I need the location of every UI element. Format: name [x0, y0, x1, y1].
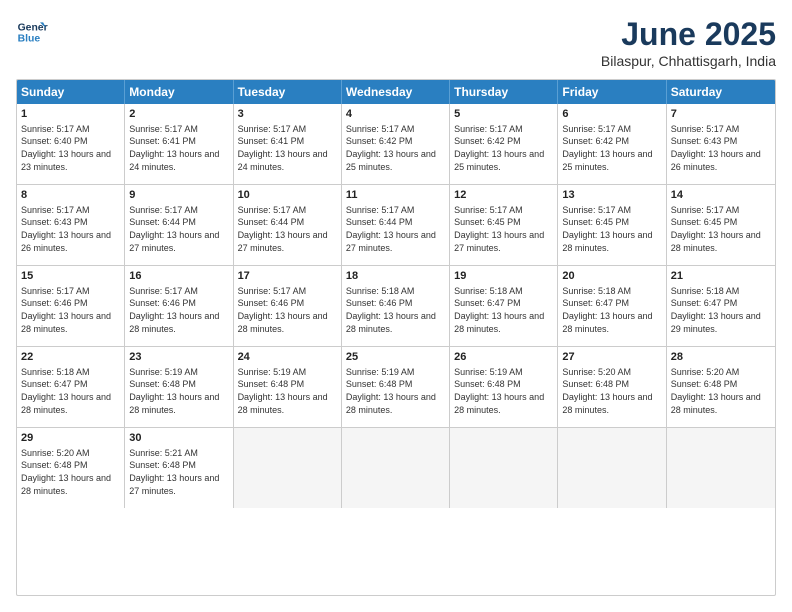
day-cell-6: 6Sunrise: 5:17 AM Sunset: 6:42 PM Daylig… — [558, 104, 666, 184]
day-cell-21: 21Sunrise: 5:18 AM Sunset: 6:47 PM Dayli… — [667, 266, 775, 346]
day-cell-25: 25Sunrise: 5:19 AM Sunset: 6:48 PM Dayli… — [342, 347, 450, 427]
day-cell-10: 10Sunrise: 5:17 AM Sunset: 6:44 PM Dayli… — [234, 185, 342, 265]
day-cell-9: 9Sunrise: 5:17 AM Sunset: 6:44 PM Daylig… — [125, 185, 233, 265]
empty-cell — [667, 428, 775, 508]
day-cell-15: 15Sunrise: 5:17 AM Sunset: 6:46 PM Dayli… — [17, 266, 125, 346]
calendar-row-4: 29Sunrise: 5:20 AM Sunset: 6:48 PM Dayli… — [17, 428, 775, 508]
header-thursday: Thursday — [450, 80, 558, 104]
day-cell-2: 2Sunrise: 5:17 AM Sunset: 6:41 PM Daylig… — [125, 104, 233, 184]
calendar-body: 1Sunrise: 5:17 AM Sunset: 6:40 PM Daylig… — [17, 104, 775, 508]
header-friday: Friday — [558, 80, 666, 104]
logo: General Blue — [16, 16, 48, 48]
header-sunday: Sunday — [17, 80, 125, 104]
day-cell-14: 14Sunrise: 5:17 AM Sunset: 6:45 PM Dayli… — [667, 185, 775, 265]
day-cell-19: 19Sunrise: 5:18 AM Sunset: 6:47 PM Dayli… — [450, 266, 558, 346]
day-cell-20: 20Sunrise: 5:18 AM Sunset: 6:47 PM Dayli… — [558, 266, 666, 346]
empty-cell — [450, 428, 558, 508]
title-block: June 2025 Bilaspur, Chhattisgarh, India — [601, 16, 776, 69]
empty-cell — [234, 428, 342, 508]
calendar-row-3: 22Sunrise: 5:18 AM Sunset: 6:47 PM Dayli… — [17, 347, 775, 428]
day-cell-26: 26Sunrise: 5:19 AM Sunset: 6:48 PM Dayli… — [450, 347, 558, 427]
day-cell-4: 4Sunrise: 5:17 AM Sunset: 6:42 PM Daylig… — [342, 104, 450, 184]
calendar: SundayMondayTuesdayWednesdayThursdayFrid… — [16, 79, 776, 596]
svg-text:Blue: Blue — [18, 34, 41, 45]
day-cell-7: 7Sunrise: 5:17 AM Sunset: 6:43 PM Daylig… — [667, 104, 775, 184]
day-cell-24: 24Sunrise: 5:19 AM Sunset: 6:48 PM Dayli… — [234, 347, 342, 427]
calendar-header: SundayMondayTuesdayWednesdayThursdayFrid… — [17, 80, 775, 104]
day-cell-3: 3Sunrise: 5:17 AM Sunset: 6:41 PM Daylig… — [234, 104, 342, 184]
header-monday: Monday — [125, 80, 233, 104]
day-cell-12: 12Sunrise: 5:17 AM Sunset: 6:45 PM Dayli… — [450, 185, 558, 265]
day-cell-8: 8Sunrise: 5:17 AM Sunset: 6:43 PM Daylig… — [17, 185, 125, 265]
header-saturday: Saturday — [667, 80, 775, 104]
day-cell-11: 11Sunrise: 5:17 AM Sunset: 6:44 PM Dayli… — [342, 185, 450, 265]
day-cell-5: 5Sunrise: 5:17 AM Sunset: 6:42 PM Daylig… — [450, 104, 558, 184]
header-wednesday: Wednesday — [342, 80, 450, 104]
calendar-row-1: 8Sunrise: 5:17 AM Sunset: 6:43 PM Daylig… — [17, 185, 775, 266]
day-cell-29: 29Sunrise: 5:20 AM Sunset: 6:48 PM Dayli… — [17, 428, 125, 508]
calendar-row-0: 1Sunrise: 5:17 AM Sunset: 6:40 PM Daylig… — [17, 104, 775, 185]
month-title: June 2025 — [601, 16, 776, 53]
day-cell-23: 23Sunrise: 5:19 AM Sunset: 6:48 PM Dayli… — [125, 347, 233, 427]
empty-cell — [342, 428, 450, 508]
header-tuesday: Tuesday — [234, 80, 342, 104]
day-cell-17: 17Sunrise: 5:17 AM Sunset: 6:46 PM Dayli… — [234, 266, 342, 346]
day-cell-30: 30Sunrise: 5:21 AM Sunset: 6:48 PM Dayli… — [125, 428, 233, 508]
location: Bilaspur, Chhattisgarh, India — [601, 53, 776, 69]
day-cell-27: 27Sunrise: 5:20 AM Sunset: 6:48 PM Dayli… — [558, 347, 666, 427]
day-cell-1: 1Sunrise: 5:17 AM Sunset: 6:40 PM Daylig… — [17, 104, 125, 184]
calendar-row-2: 15Sunrise: 5:17 AM Sunset: 6:46 PM Dayli… — [17, 266, 775, 347]
day-cell-22: 22Sunrise: 5:18 AM Sunset: 6:47 PM Dayli… — [17, 347, 125, 427]
day-cell-28: 28Sunrise: 5:20 AM Sunset: 6:48 PM Dayli… — [667, 347, 775, 427]
empty-cell — [558, 428, 666, 508]
day-cell-18: 18Sunrise: 5:18 AM Sunset: 6:46 PM Dayli… — [342, 266, 450, 346]
day-cell-16: 16Sunrise: 5:17 AM Sunset: 6:46 PM Dayli… — [125, 266, 233, 346]
day-cell-13: 13Sunrise: 5:17 AM Sunset: 6:45 PM Dayli… — [558, 185, 666, 265]
